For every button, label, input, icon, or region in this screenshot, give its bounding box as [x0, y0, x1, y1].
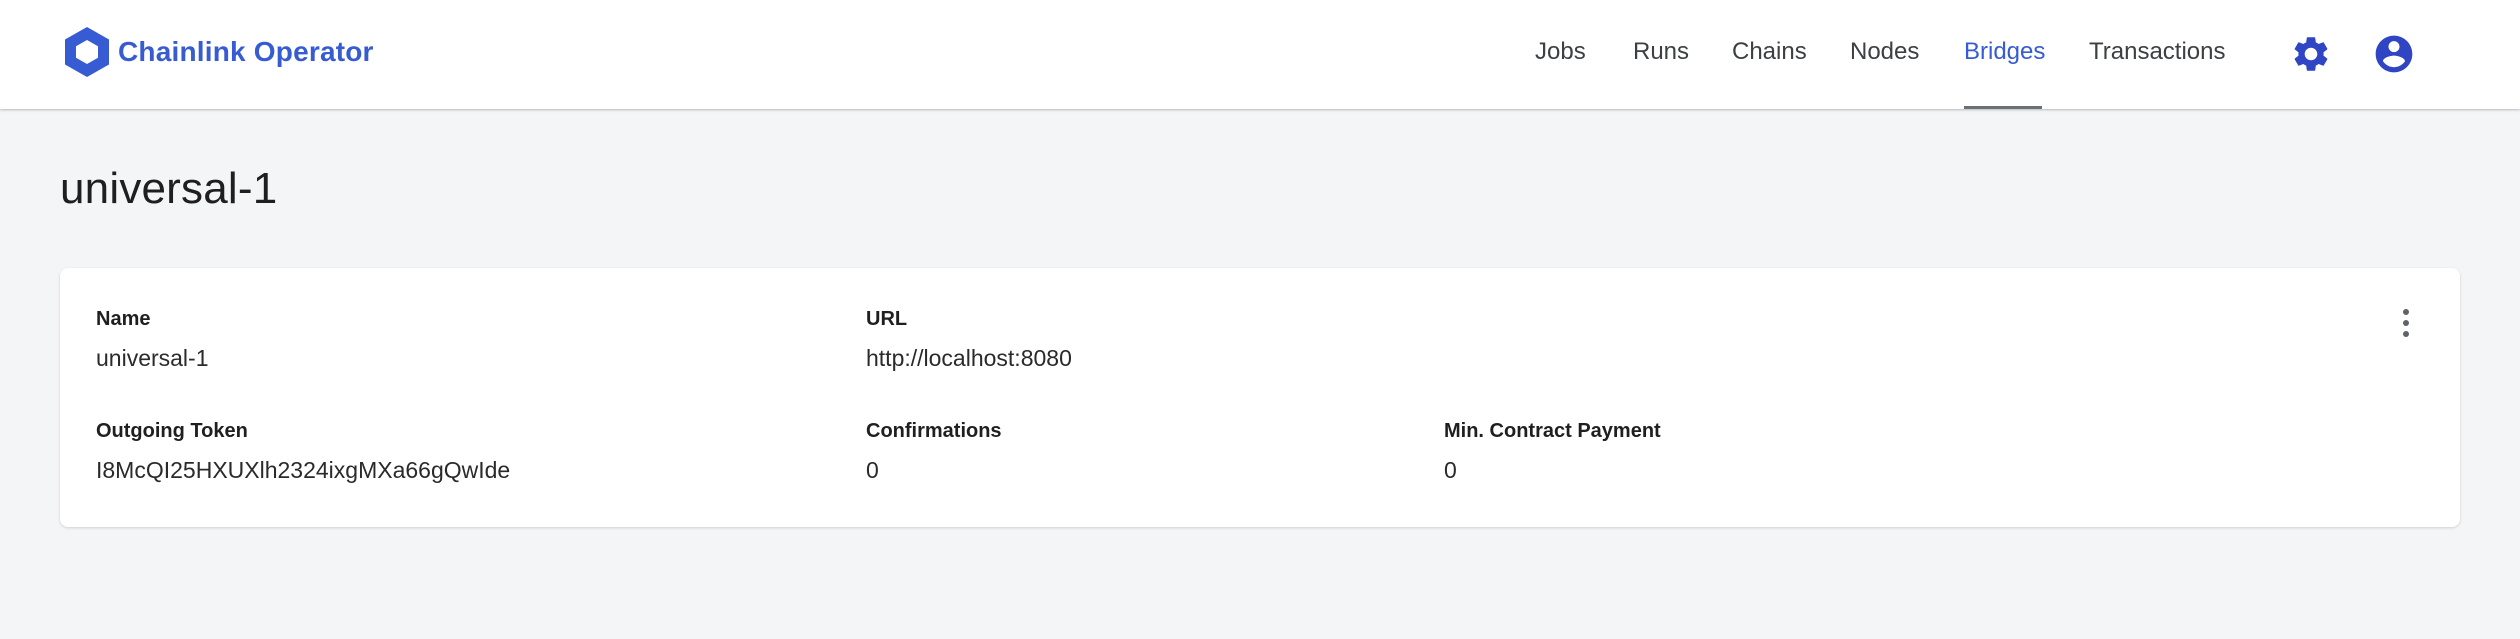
min-contract-payment-field: Min. Contract Payment 0 — [1444, 420, 1661, 484]
name-label: Name — [96, 308, 151, 330]
nav-item-chains[interactable]: Chains — [1732, 38, 1807, 66]
confirmations-field: Confirmations 0 — [866, 420, 1002, 484]
nav-item-jobs[interactable]: Jobs — [1535, 38, 1586, 66]
more-vertical-icon — [2403, 309, 2409, 315]
min-contract-payment-label: Min. Contract Payment — [1444, 420, 1661, 442]
url-field: URL http://localhost:8080 — [866, 308, 1072, 372]
min-contract-payment-value: 0 — [1444, 457, 1457, 483]
confirmations-value: 0 — [866, 457, 879, 483]
nav-item-bridges[interactable]: Bridges — [1964, 38, 2045, 66]
main-nav: Jobs Runs Chains Nodes Bridges Transacti… — [0, 0, 2520, 109]
nav-item-transactions[interactable]: Transactions — [2089, 38, 2226, 66]
active-tab-indicator — [1964, 106, 2042, 109]
confirmations-label: Confirmations — [866, 420, 1002, 442]
nav-item-nodes[interactable]: Nodes — [1850, 38, 1919, 66]
url-value: http://localhost:8080 — [866, 345, 1072, 371]
outgoing-token-label: Outgoing Token — [96, 420, 248, 442]
page-title: universal-1 — [60, 164, 278, 213]
settings-button[interactable] — [2287, 30, 2335, 78]
bridge-details-card: Name universal-1 URL http://localhost:80… — [60, 268, 2460, 527]
name-field: Name universal-1 — [96, 308, 209, 372]
account-circle-icon — [2375, 35, 2413, 73]
nav-item-runs[interactable]: Runs — [1633, 38, 1689, 66]
account-button[interactable] — [2370, 30, 2418, 78]
gear-icon — [2294, 37, 2328, 71]
top-app-bar: Chainlink Operator Jobs Runs Chains Node… — [0, 0, 2520, 109]
name-value: universal-1 — [96, 345, 209, 371]
outgoing-token-value: I8McQI25HXUXlh2324ixgMXa66gQwIde — [96, 457, 511, 483]
url-label: URL — [866, 308, 908, 330]
outgoing-token-field: Outgoing Token I8McQI25HXUXlh2324ixgMXa6… — [96, 420, 510, 484]
more-options-button[interactable] — [2392, 306, 2420, 340]
